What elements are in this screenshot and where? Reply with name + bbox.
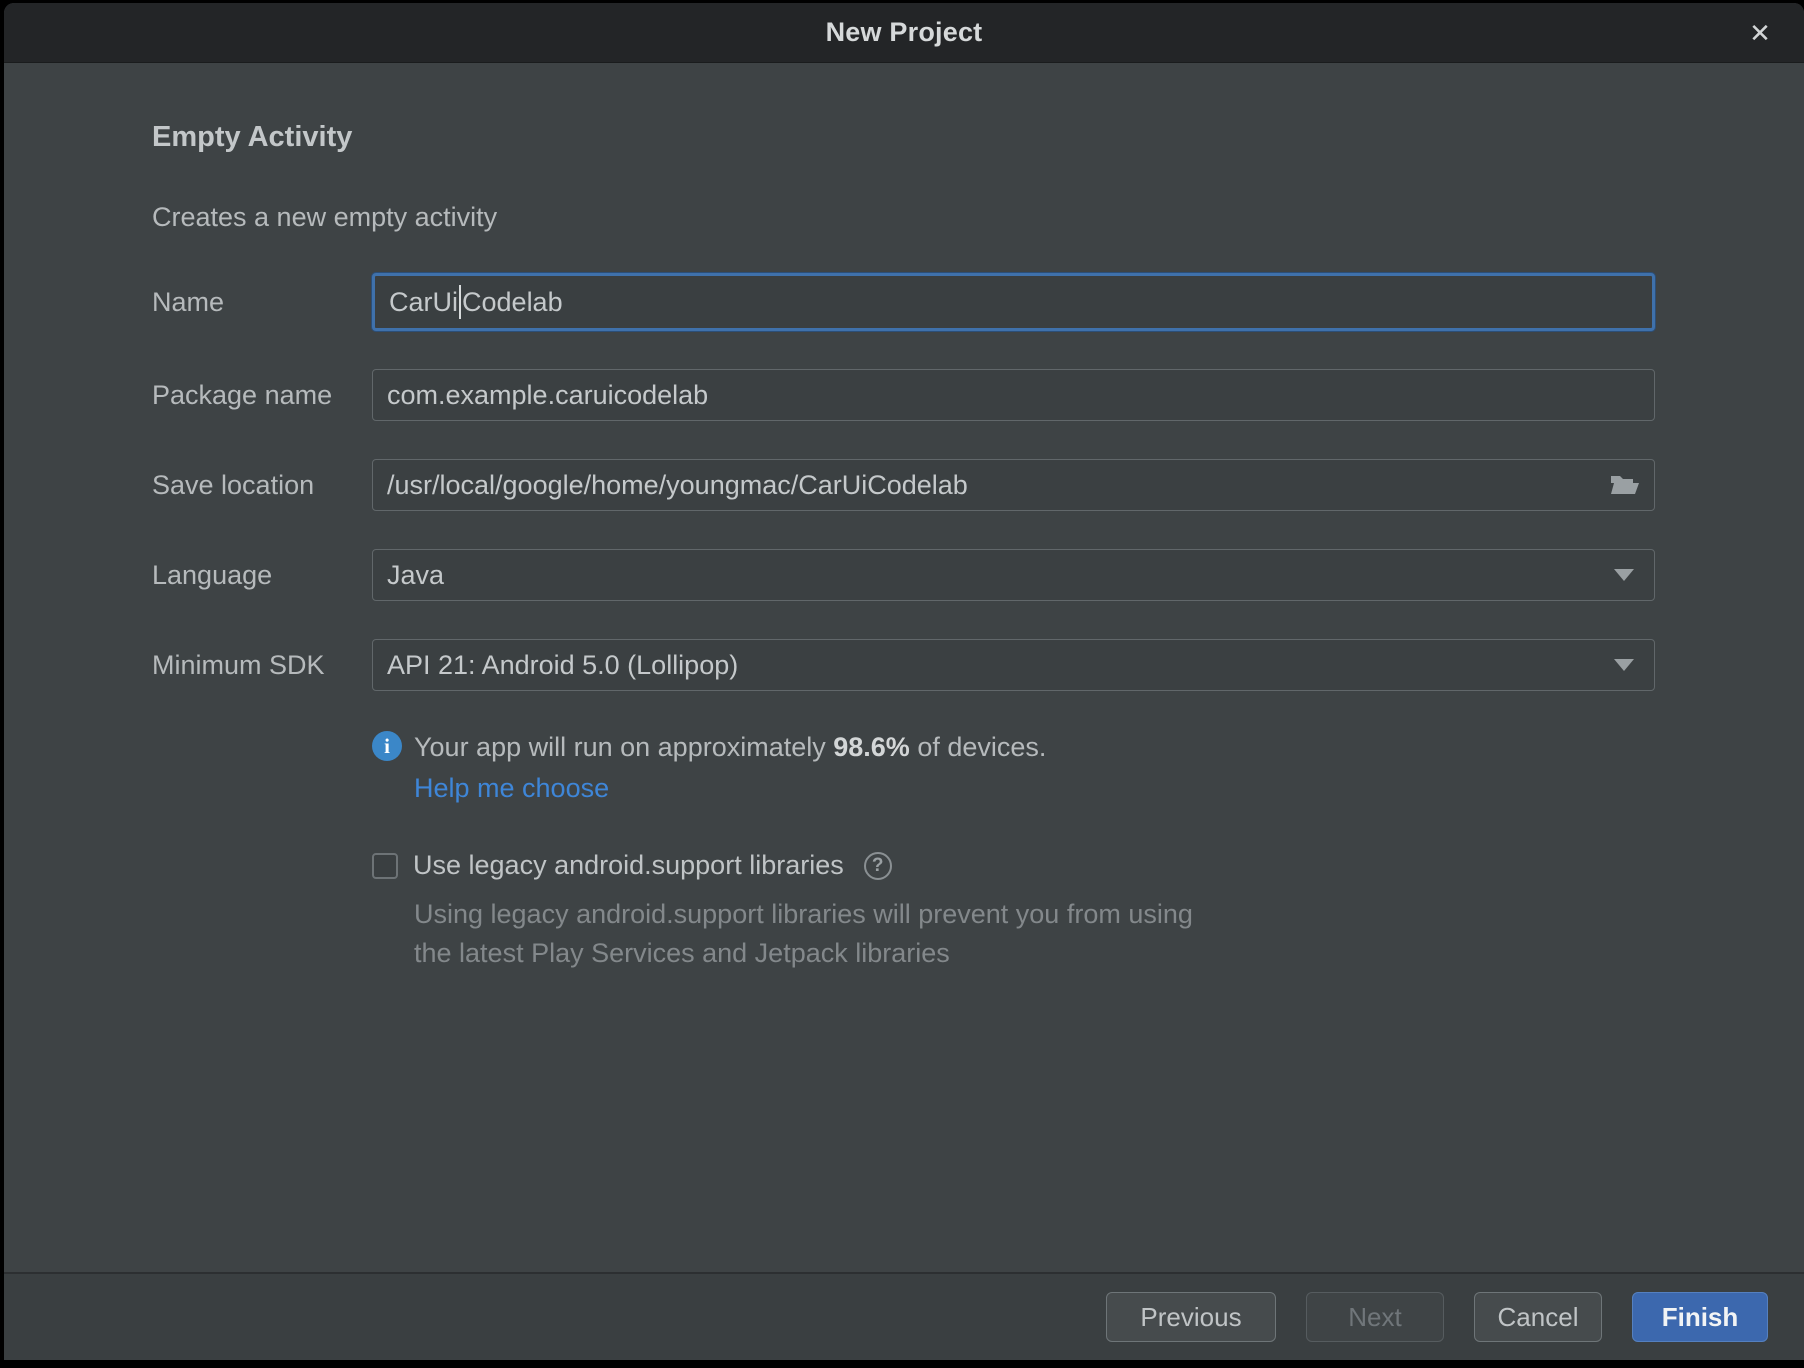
- sdk-info-prefix: Your app will run on approximately: [414, 732, 833, 762]
- package-name-row: Package name com.example.caruicodelab: [152, 369, 1655, 421]
- window-title: New Project: [826, 17, 983, 48]
- browse-folder-icon[interactable]: [1610, 473, 1640, 497]
- legacy-libraries-description: Using legacy android.support libraries w…: [414, 895, 1804, 972]
- close-icon[interactable]: ✕: [1738, 3, 1782, 63]
- dialog-content: Empty Activity Creates a new empty activ…: [4, 63, 1804, 1272]
- info-icon: i: [372, 731, 402, 761]
- package-name-label: Package name: [152, 380, 372, 411]
- chevron-down-icon: [1614, 659, 1634, 671]
- cancel-button[interactable]: Cancel: [1474, 1292, 1602, 1342]
- name-value-after-caret: Codelab: [462, 287, 563, 318]
- text-caret: [459, 285, 461, 319]
- minimum-sdk-label: Minimum SDK: [152, 650, 372, 681]
- previous-button[interactable]: Previous: [1106, 1292, 1276, 1342]
- legacy-libraries-label[interactable]: Use legacy android.support libraries: [413, 850, 844, 881]
- help-me-choose-link[interactable]: Help me choose: [414, 773, 609, 804]
- legacy-libraries-row: Use legacy android.support libraries ?: [372, 850, 1804, 881]
- package-name-value: com.example.caruicodelab: [387, 380, 708, 411]
- save-location-value: /usr/local/google/home/youngmac/CarUiCod…: [387, 470, 968, 501]
- language-label: Language: [152, 560, 372, 591]
- sdk-info: i Your app will run on approximately 98.…: [372, 729, 1804, 765]
- finish-button[interactable]: Finish: [1632, 1292, 1768, 1342]
- project-form: Name CarUiCodelab Package name com.examp…: [152, 273, 1655, 691]
- sdk-info-suffix: of devices.: [910, 732, 1047, 762]
- name-value-before-caret: CarUi: [389, 287, 458, 318]
- sdk-info-percent: 98.6%: [833, 732, 910, 762]
- help-question-icon[interactable]: ?: [864, 852, 892, 880]
- minimum-sdk-value: API 21: Android 5.0 (Lollipop): [387, 650, 738, 681]
- language-row: Language Java: [152, 549, 1655, 601]
- footer: Previous Next Cancel Finish: [4, 1272, 1804, 1360]
- package-name-input[interactable]: com.example.caruicodelab: [372, 369, 1655, 421]
- minimum-sdk-row: Minimum SDK API 21: Android 5.0 (Lollipo…: [152, 639, 1655, 691]
- minimum-sdk-dropdown[interactable]: API 21: Android 5.0 (Lollipop): [372, 639, 1655, 691]
- new-project-dialog: New Project ✕ Empty Activity Creates a n…: [4, 3, 1804, 1360]
- titlebar: New Project ✕: [4, 3, 1804, 63]
- save-location-label: Save location: [152, 470, 372, 501]
- name-input[interactable]: CarUiCodelab: [372, 273, 1655, 331]
- save-location-row: Save location /usr/local/google/home/you…: [152, 459, 1655, 511]
- next-button[interactable]: Next: [1306, 1292, 1444, 1342]
- language-value: Java: [387, 560, 444, 591]
- legacy-libraries-checkbox[interactable]: [372, 853, 398, 879]
- page-title: Empty Activity: [152, 121, 1804, 154]
- name-row: Name CarUiCodelab: [152, 273, 1655, 331]
- name-label: Name: [152, 287, 372, 318]
- save-location-input[interactable]: /usr/local/google/home/youngmac/CarUiCod…: [372, 459, 1655, 511]
- chevron-down-icon: [1614, 569, 1634, 581]
- page-subtitle: Creates a new empty activity: [152, 202, 1804, 233]
- sdk-info-text: Your app will run on approximately 98.6%…: [414, 729, 1046, 765]
- language-dropdown[interactable]: Java: [372, 549, 1655, 601]
